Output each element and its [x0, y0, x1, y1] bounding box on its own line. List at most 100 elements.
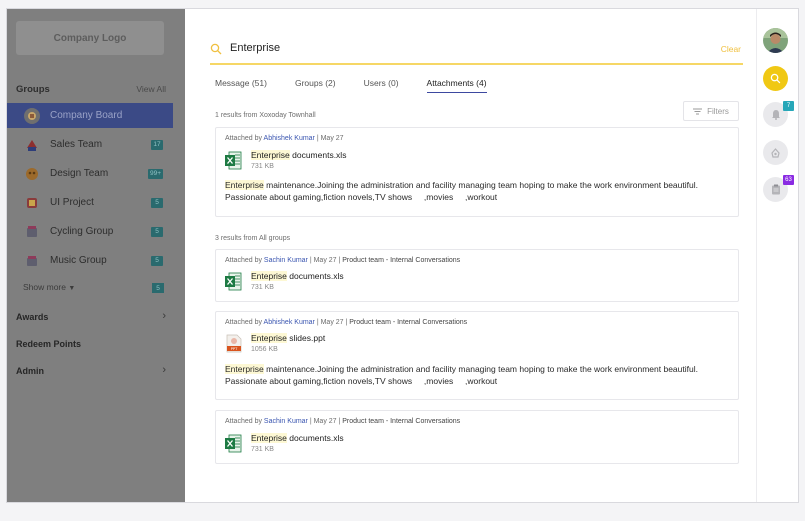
file-name-rest: documents.xls: [286, 433, 344, 443]
attached-prefix: Attached by: [225, 319, 264, 326]
result-card[interactable]: Attached by Sachin Kumar | May 27 | Prod…: [215, 410, 739, 464]
author-link[interactable]: Sachin Kumar: [264, 418, 308, 425]
tab-attachments[interactable]: Attachments (4): [426, 78, 487, 93]
file-size: 731 KB: [251, 446, 274, 453]
bell-icon: [771, 110, 780, 120]
sidebar-item-label: Design Team: [50, 168, 109, 179]
sidebar-item-label: Cycling Group: [50, 226, 114, 237]
attached-meta: | May 27 |: [314, 319, 350, 326]
show-more-badge: 5: [152, 283, 164, 293]
file-name[interactable]: Enteprise slides.ppt: [251, 333, 325, 343]
groups-title: Groups: [16, 84, 50, 95]
file-name[interactable]: Enterprise documents.xls: [251, 150, 346, 160]
sidebar-item-sales-team[interactable]: Sales Team 17: [7, 132, 173, 157]
result-card[interactable]: Attached by Abhishek Kumar | May 27 | Pr…: [215, 311, 739, 400]
excel-icon: [225, 151, 242, 170]
attached-by: Attached by Abhishek Kumar | May 27 | Pr…: [225, 319, 467, 326]
file-name-highlight: Enterprise: [251, 150, 290, 160]
sidebar-nav-admin[interactable]: Admin ›: [16, 364, 166, 377]
tasks-badge: 63: [783, 175, 794, 185]
unread-badge: 5: [151, 255, 163, 266]
attached-by: Attached by Sachin Kumar | May 27 | Prod…: [225, 418, 460, 425]
attached-prefix: Attached by: [225, 418, 264, 425]
search-icon: [770, 73, 781, 84]
conversation-context: Product team - Internal Conversations: [342, 257, 461, 264]
right-rail: 7 63: [756, 9, 798, 502]
rewards-button[interactable]: [763, 140, 788, 165]
filters-label: Filters: [707, 106, 729, 116]
nav-label: Awards: [16, 312, 49, 322]
attached-meta: | May 27 |: [307, 418, 343, 425]
excel-icon: [225, 272, 242, 291]
clear-button[interactable]: Clear: [721, 44, 741, 54]
file-size: 731 KB: [251, 163, 274, 170]
sidebar-item-company-board[interactable]: Company Board: [7, 103, 173, 128]
avatar[interactable]: [763, 28, 788, 53]
search-input[interactable]: Enterprise: [230, 42, 280, 54]
music-group-icon: [24, 253, 40, 269]
design-team-icon: [24, 166, 40, 182]
tab-message[interactable]: Message (51): [215, 78, 267, 93]
sidebar-item-label: Music Group: [50, 255, 107, 266]
snippet-line-2: Passionate about gaming,fiction novels,T…: [225, 192, 498, 202]
search-panel: Enterprise Clear Message (51) Groups (2)…: [185, 9, 756, 502]
sidebar-item-label: Company Board: [50, 110, 123, 121]
author-link[interactable]: Abhishek Kumar: [264, 319, 315, 326]
author-link[interactable]: Sachin Kumar: [264, 257, 308, 264]
result-card[interactable]: Attached by Abhishek Kumar | May 27 Ente…: [215, 127, 739, 217]
result-card[interactable]: Attached by Sachin Kumar | May 27 | Prod…: [215, 249, 739, 302]
notifications-badge: 7: [783, 101, 794, 111]
excel-icon: [225, 434, 242, 453]
sidebar-item-cycling-group[interactable]: Cycling Group 5: [7, 219, 173, 244]
clipboard-icon: [771, 184, 780, 195]
section-label: 1 results from Xoxoday Townhall: [215, 112, 316, 119]
filter-icon: [693, 108, 703, 114]
filters-button[interactable]: Filters: [683, 101, 739, 121]
snippet-highlight: Enterprise: [225, 364, 264, 374]
view-all-link[interactable]: View All: [136, 84, 166, 95]
snippet-line-1: maintenance.Joining the administration a…: [263, 364, 698, 374]
chevron-right-icon: ›: [162, 310, 166, 322]
snippet-line-1: maintenance.Joining the administration a…: [263, 180, 698, 190]
chevron-right-icon: ›: [162, 364, 166, 376]
file-name-highlight: Enteprise: [251, 333, 287, 343]
author-link[interactable]: Abhishek Kumar: [264, 135, 315, 142]
search-icon: [210, 43, 222, 55]
company-logo[interactable]: Company Logo: [16, 21, 164, 55]
file-name[interactable]: Enteprise documents.xls: [251, 271, 344, 281]
sidebar-item-label: Sales Team: [50, 139, 103, 150]
show-more-button[interactable]: Show more ▼: [23, 282, 75, 292]
conversation-context: Product team - Internal Conversations: [349, 319, 468, 326]
sidebar-nav-redeem-points[interactable]: Redeem Points: [16, 339, 166, 349]
groups-header: Groups View All: [16, 84, 166, 95]
sales-team-icon: [24, 137, 40, 153]
attached-meta: | May 27: [314, 135, 344, 142]
nav-label: Redeem Points: [16, 339, 82, 349]
section-label: 3 results from All groups: [215, 235, 291, 242]
file-name[interactable]: Enteprise documents.xls: [251, 433, 344, 443]
search-bar[interactable]: Enterprise Clear: [210, 41, 743, 65]
cycling-group-icon: [24, 224, 40, 240]
sidebar-item-design-team[interactable]: Design Team 99+: [7, 161, 173, 186]
ui-project-icon: [24, 195, 40, 211]
sidebar-item-music-group[interactable]: Music Group 5: [7, 248, 173, 273]
tab-users[interactable]: Users (0): [364, 78, 399, 93]
unread-badge: 99+: [147, 168, 163, 179]
file-size: 731 KB: [251, 284, 274, 291]
result-snippet: Enterprise maintenance.Joining the admin…: [225, 363, 730, 387]
attached-by: Attached by Sachin Kumar | May 27 | Prod…: [225, 257, 460, 264]
sidebar-item-ui-project[interactable]: UI Project 5: [7, 190, 173, 215]
tab-groups[interactable]: Groups (2): [295, 78, 336, 93]
attached-meta: | May 27 |: [307, 257, 343, 264]
app-window: Company Logo Groups View All Company Boa…: [6, 8, 799, 503]
conversation-context: Product team - Internal Conversations: [342, 418, 461, 425]
file-name-rest: slides.ppt: [286, 333, 326, 343]
file-name-rest: documents.xls: [289, 150, 347, 160]
file-name-rest: documents.xls: [286, 271, 344, 281]
search-nav-button[interactable]: [763, 66, 788, 91]
sidebar-nav-awards[interactable]: Awards ›: [16, 310, 166, 323]
attached-prefix: Attached by: [225, 135, 264, 142]
unread-badge: 17: [151, 139, 163, 150]
nav-label: Admin: [16, 366, 44, 376]
user-avatar-icon: [763, 28, 788, 53]
